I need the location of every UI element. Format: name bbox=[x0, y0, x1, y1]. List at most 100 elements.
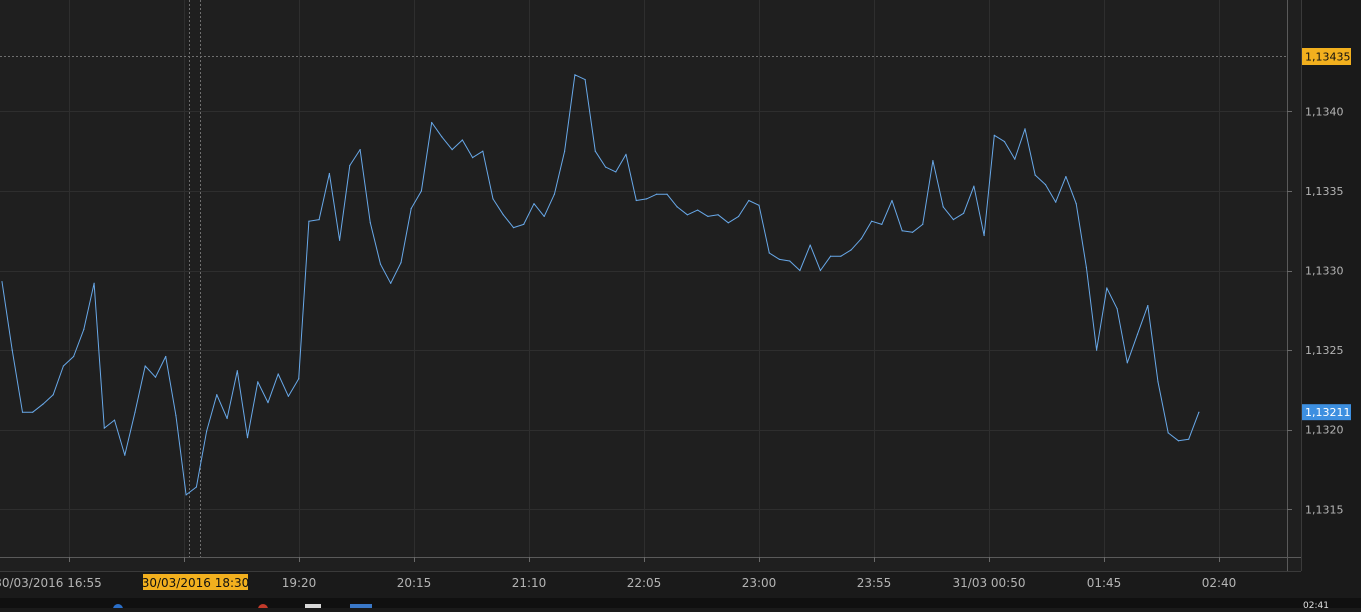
price-point bbox=[799, 269, 801, 272]
price-point bbox=[359, 149, 361, 151]
price-point bbox=[287, 395, 289, 397]
price-point bbox=[564, 150, 566, 152]
price-point bbox=[1034, 174, 1036, 176]
price-point bbox=[1044, 184, 1047, 186]
price-point bbox=[963, 212, 965, 214]
price-point bbox=[911, 231, 914, 233]
y-axis-strip bbox=[1287, 0, 1301, 571]
price-point bbox=[175, 414, 177, 416]
price-point bbox=[758, 204, 760, 206]
price-point bbox=[717, 214, 719, 216]
chart-svg[interactable]: 30/03/2016 16:55 19:20 20:15 21:10 22:05 23:0… bbox=[0, 0, 1361, 612]
taskbar-app-icon[interactable] bbox=[350, 604, 372, 608]
price-point bbox=[144, 365, 146, 367]
price-point bbox=[666, 193, 668, 195]
price-point bbox=[206, 430, 208, 432]
crosshair-y-label: 1,13435 bbox=[1305, 51, 1351, 64]
price-point bbox=[1075, 203, 1077, 205]
price-point bbox=[1085, 266, 1087, 268]
price-point bbox=[339, 239, 341, 241]
price-point bbox=[502, 214, 504, 216]
price-point bbox=[932, 160, 934, 162]
price-point bbox=[308, 220, 310, 222]
taskbar-clock: 02:41 bbox=[1303, 601, 1329, 608]
price-point bbox=[216, 394, 218, 396]
price-point bbox=[52, 394, 54, 396]
x-tick-label: 23:00 bbox=[742, 576, 777, 590]
price-point bbox=[318, 219, 320, 221]
price-point bbox=[379, 263, 382, 265]
price-point bbox=[748, 199, 750, 202]
y-tick-label: 1,1315 bbox=[1305, 503, 1344, 516]
price-point bbox=[257, 381, 259, 383]
price-chart[interactable]: 30/03/2016 16:55 19:20 20:15 21:10 22:05 23:0… bbox=[0, 0, 1361, 612]
price-point bbox=[1055, 201, 1057, 203]
price-point bbox=[1198, 411, 1200, 413]
price-point bbox=[1147, 305, 1149, 307]
price-point bbox=[635, 199, 637, 202]
price-point bbox=[686, 214, 689, 216]
price-point bbox=[605, 166, 607, 168]
price-point bbox=[32, 411, 34, 413]
price-point bbox=[267, 402, 269, 404]
price-point bbox=[42, 403, 44, 405]
price-point bbox=[1096, 349, 1098, 351]
y-tick-label: 1,1340 bbox=[1305, 105, 1344, 118]
price-point bbox=[83, 328, 85, 330]
price-point bbox=[441, 136, 443, 138]
price-point bbox=[62, 365, 64, 367]
price-point bbox=[512, 227, 515, 229]
price-point bbox=[789, 260, 791, 262]
price-point bbox=[236, 370, 238, 372]
price-point bbox=[707, 215, 709, 217]
price-point bbox=[369, 222, 371, 224]
price-point bbox=[697, 209, 699, 211]
x-tick-label: 23:55 bbox=[857, 576, 892, 590]
price-point bbox=[738, 215, 740, 217]
price-point bbox=[1136, 333, 1139, 335]
y-tick-label: 1,1335 bbox=[1305, 185, 1344, 198]
price-point bbox=[768, 252, 770, 254]
price-point bbox=[1065, 176, 1067, 178]
y-tick-label: 1,1325 bbox=[1305, 344, 1344, 357]
price-point bbox=[523, 223, 525, 225]
price-point bbox=[154, 376, 157, 378]
plot-area[interactable] bbox=[0, 0, 1287, 557]
price-point bbox=[830, 255, 832, 257]
price-point bbox=[195, 486, 197, 488]
price-point bbox=[390, 282, 392, 284]
price-point bbox=[185, 494, 187, 496]
price-point bbox=[901, 230, 903, 232]
price-point bbox=[73, 355, 75, 358]
price-point bbox=[113, 419, 116, 421]
taskbar-app-icon[interactable] bbox=[305, 604, 321, 608]
price-point bbox=[881, 223, 883, 225]
price-point bbox=[891, 199, 893, 202]
price-point bbox=[533, 203, 535, 205]
price-point bbox=[574, 74, 576, 76]
price-point bbox=[983, 234, 985, 237]
price-point bbox=[850, 249, 852, 251]
price-point bbox=[993, 134, 995, 136]
price-point bbox=[1014, 158, 1016, 160]
last-value-label: 1,13211 bbox=[1305, 406, 1351, 419]
price-point bbox=[298, 378, 300, 380]
x-tick-label: 30/03/2016 16:55 bbox=[0, 576, 102, 590]
price-point bbox=[819, 269, 822, 272]
price-point bbox=[472, 157, 474, 159]
price-point bbox=[103, 427, 105, 429]
price-point bbox=[400, 262, 402, 264]
price-point bbox=[553, 193, 556, 195]
price-point bbox=[543, 215, 545, 217]
price-point bbox=[840, 255, 842, 257]
price-point bbox=[778, 258, 781, 260]
price-point bbox=[461, 139, 463, 141]
price-point bbox=[93, 282, 95, 284]
price-point bbox=[246, 437, 249, 439]
price-point bbox=[1167, 432, 1169, 434]
price-point bbox=[1024, 128, 1026, 130]
price-point bbox=[328, 172, 330, 175]
x-tick-label: 20:15 bbox=[397, 576, 432, 590]
x-tick-label: 02:40 bbox=[1202, 576, 1237, 590]
price-point bbox=[594, 150, 596, 152]
